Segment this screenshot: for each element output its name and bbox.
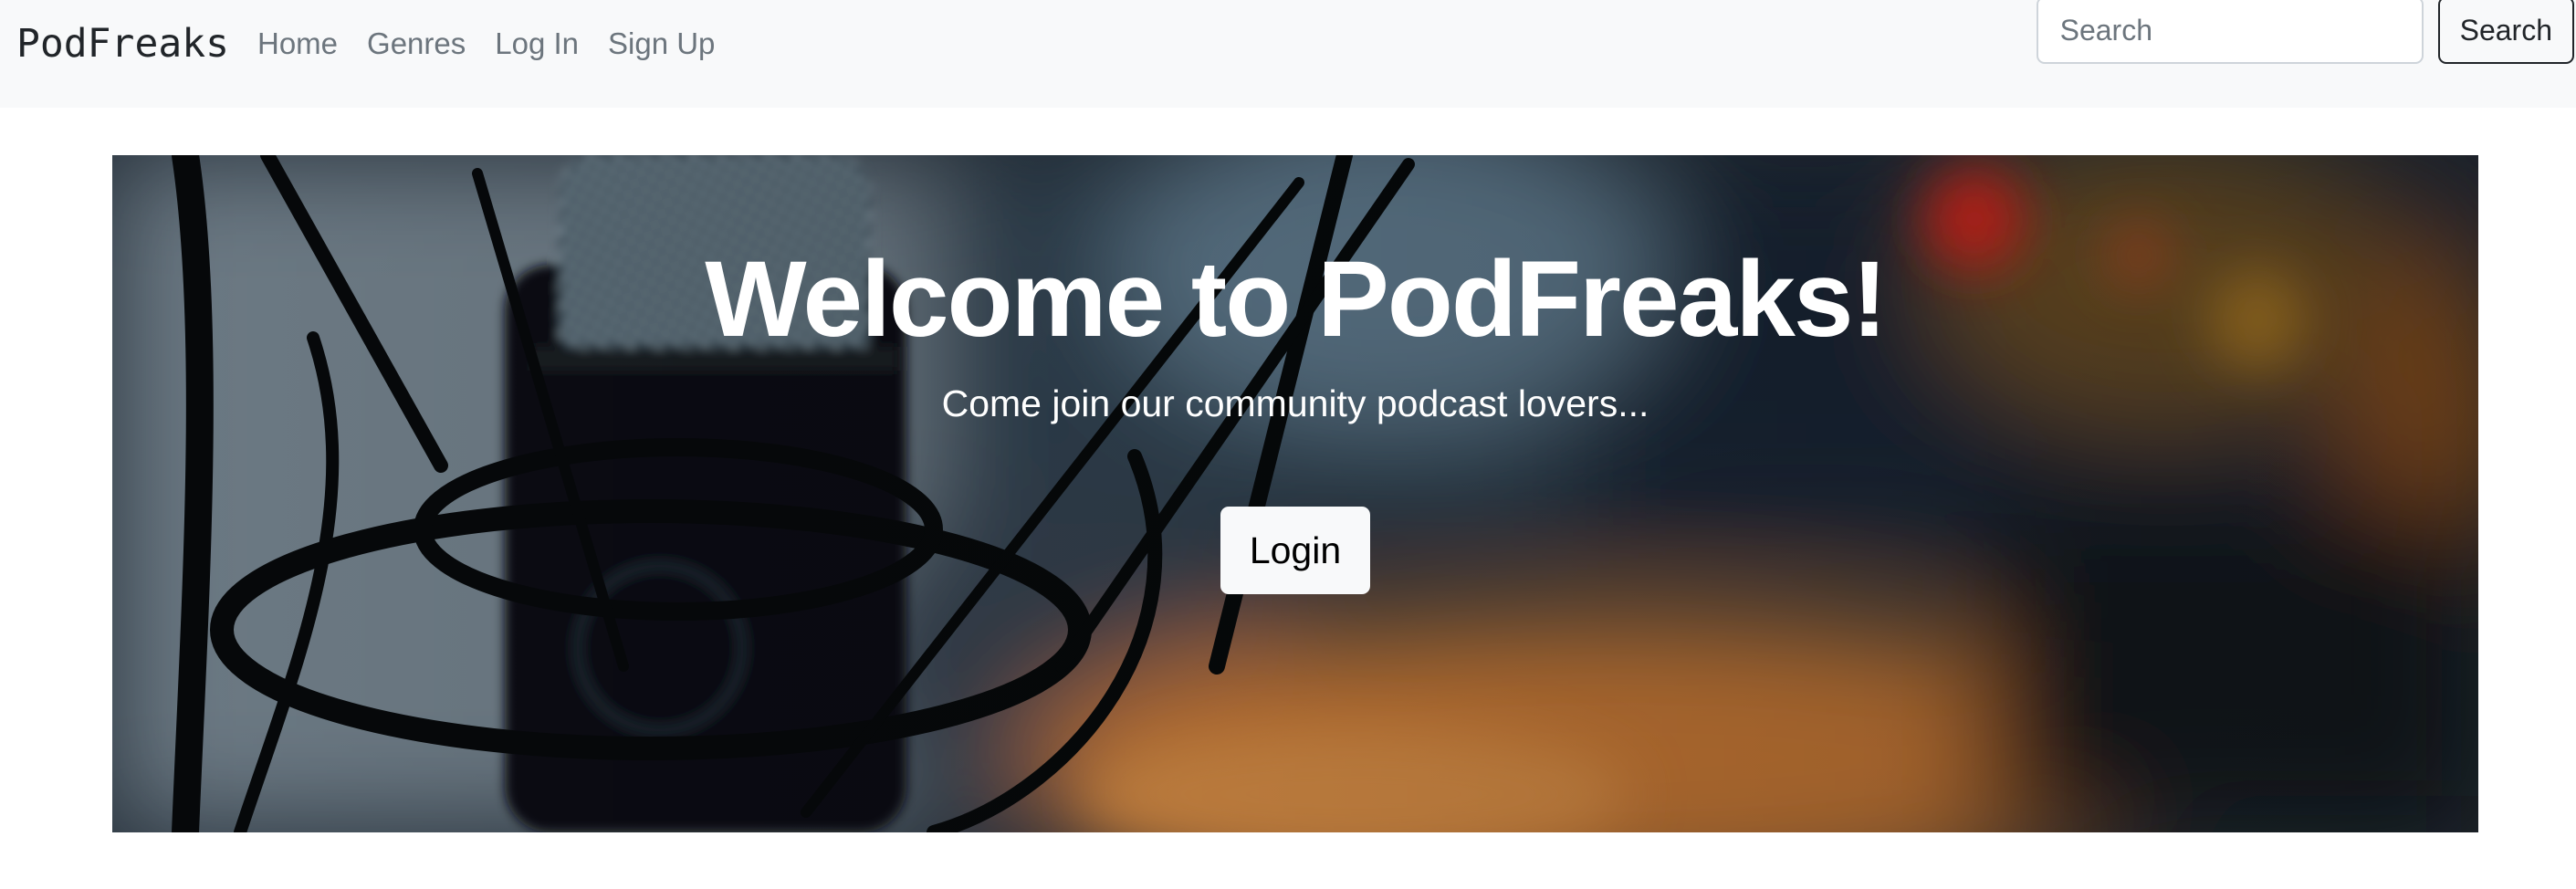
nav-links: Home Genres Log In Sign Up: [257, 22, 744, 66]
hero-subtitle: Come join our community podcast lovers..…: [941, 382, 1649, 424]
nav-link-home[interactable]: Home: [257, 22, 338, 66]
top-navbar: PodFreaks Home Genres Log In Sign Up Sea…: [0, 0, 2576, 108]
hero-title: Welcome to PodFreaks!: [705, 239, 1888, 360]
hero-login-button[interactable]: Login: [1220, 507, 1370, 594]
search-form: Search: [2036, 0, 2574, 64]
search-input[interactable]: [2036, 0, 2424, 64]
nav-link-login[interactable]: Log In: [495, 22, 579, 66]
search-button[interactable]: Search: [2437, 0, 2574, 64]
hero-banner: Welcome to PodFreaks! Come join our comm…: [112, 155, 2478, 832]
brand-logo[interactable]: PodFreaks: [16, 18, 229, 69]
nav-link-signup[interactable]: Sign Up: [608, 22, 715, 66]
nav-link-genres[interactable]: Genres: [367, 22, 466, 66]
